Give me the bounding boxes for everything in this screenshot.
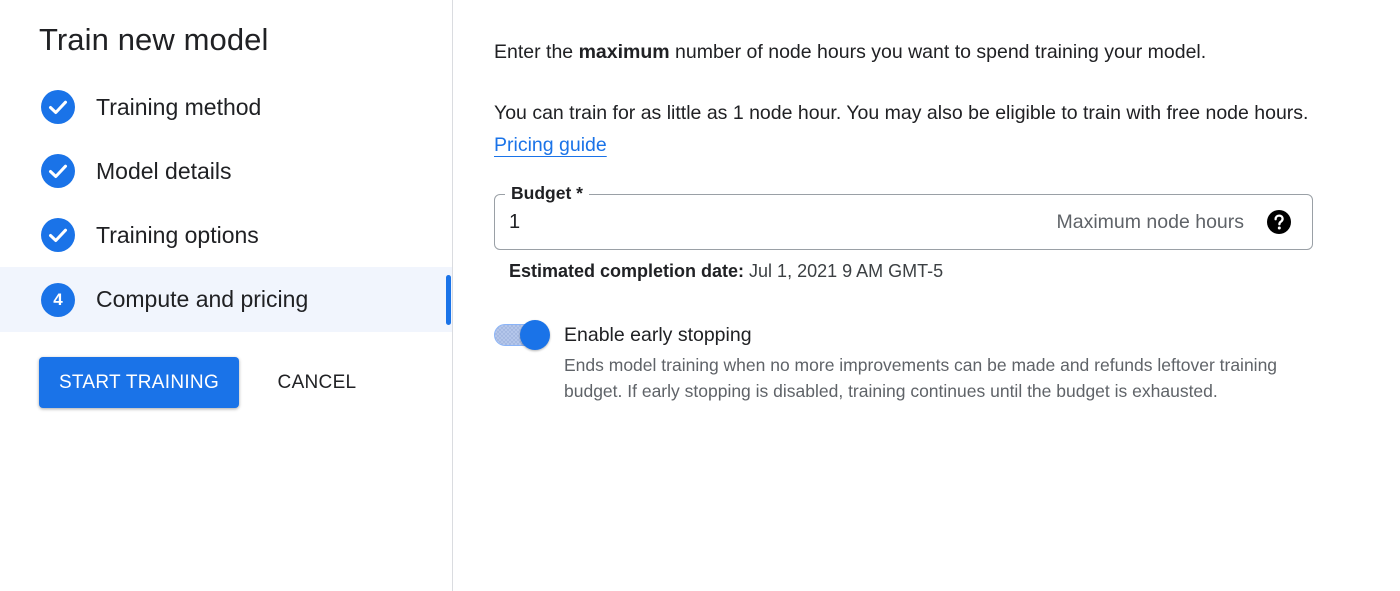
budget-suffix: Maximum node hours <box>1056 211 1245 233</box>
step-model-details[interactable]: Model details <box>0 139 452 203</box>
page-title: Train new model <box>39 22 269 57</box>
early-stopping-title: Enable early stopping <box>564 324 752 346</box>
step-label: Training options <box>96 221 259 248</box>
budget-field[interactable]: Budget * Maximum node hours <box>494 182 1313 250</box>
step-compute-and-pricing[interactable]: 4 Compute and pricing <box>0 267 452 332</box>
step-label: Training method <box>96 93 262 120</box>
instructions-suffix: number of node hours you want to spend t… <box>669 41 1207 63</box>
instructions-emphasis: maximum <box>578 41 670 63</box>
start-training-button[interactable]: START TRAINING <box>39 357 239 408</box>
pricing-info-text: You can train for as little as 1 node ho… <box>494 102 1309 124</box>
check-circle-icon <box>41 218 75 252</box>
early-stopping-toggle[interactable] <box>494 320 552 350</box>
budget-instructions: Enter the maximum number of node hours y… <box>494 40 1206 65</box>
pricing-guide-link[interactable]: Pricing guide <box>494 134 607 156</box>
train-model-dialog: Train new model Training method Model de… <box>0 0 1400 591</box>
early-stopping-description: Ends model training when no more improve… <box>564 355 1278 401</box>
cancel-button[interactable]: CANCEL <box>262 357 372 408</box>
help-circle-icon[interactable] <box>1266 209 1292 235</box>
step-number-badge: 4 <box>41 282 75 317</box>
pricing-info: You can train for as little as 1 node ho… <box>494 97 1314 161</box>
wizard-sidebar: Train new model Training method Model de… <box>0 0 453 591</box>
compute-pricing-panel: Enter the maximum number of node hours y… <box>494 0 1374 591</box>
toggle-knob <box>520 320 550 350</box>
step-training-method[interactable]: Training method <box>0 75 452 139</box>
budget-input[interactable] <box>509 207 809 237</box>
estimated-completion-label: Estimated completion date: <box>509 261 745 281</box>
estimated-completion-value: Jul 1, 2021 9 AM GMT-5 <box>744 261 944 281</box>
step-label: Compute and pricing <box>96 286 309 312</box>
budget-field-label: Budget * <box>505 182 589 204</box>
check-circle-icon <box>41 90 75 124</box>
step-training-options[interactable]: Training options <box>0 203 452 267</box>
instructions-prefix: Enter the <box>494 41 579 63</box>
step-label: Model details <box>96 157 232 184</box>
check-circle-icon <box>41 154 75 188</box>
active-step-indicator <box>446 275 451 325</box>
estimated-completion: Estimated completion date: Jul 1, 2021 9… <box>509 261 943 282</box>
